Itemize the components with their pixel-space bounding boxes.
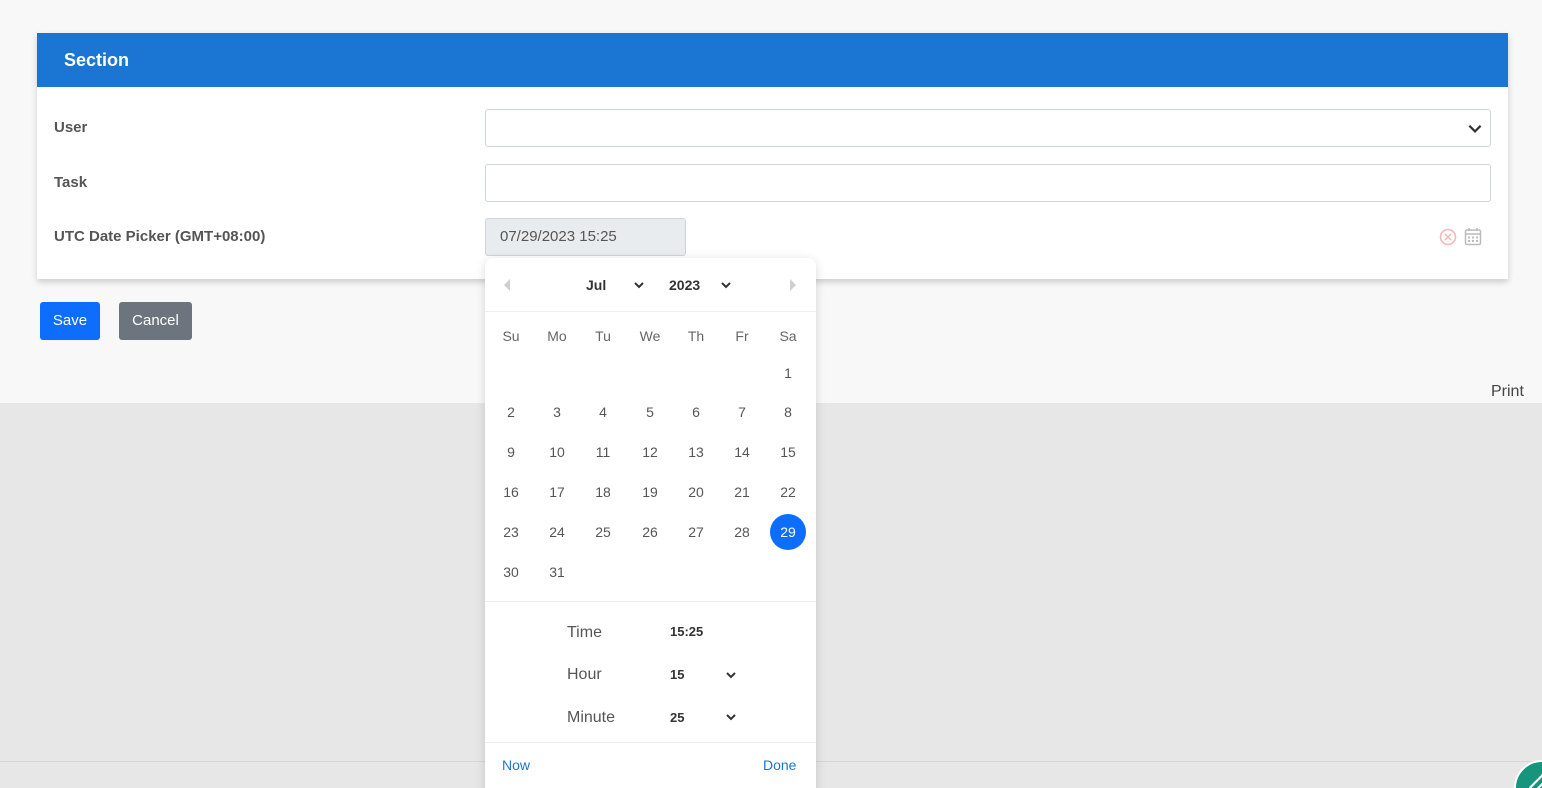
date-input[interactable]: 07/29/2023 15:25 <box>485 218 686 256</box>
weekday-label: We <box>639 328 661 344</box>
calendar-day[interactable]: 2 <box>493 394 529 430</box>
task-input[interactable] <box>485 164 1491 202</box>
calendar-day[interactable]: 4 <box>585 394 621 430</box>
calendar-day[interactable]: 19 <box>632 474 668 510</box>
edit-fab-button[interactable] <box>1514 760 1542 788</box>
weekday-label: Su <box>502 328 520 344</box>
chevron-down-icon <box>634 282 644 289</box>
year-select[interactable]: 2023 <box>669 277 700 293</box>
date-label: UTC Date Picker (GMT+08:00) <box>54 228 266 245</box>
calendar-day[interactable]: 13 <box>678 434 714 470</box>
section-title: Section <box>37 33 1508 87</box>
chevron-down-icon <box>721 282 731 289</box>
user-select[interactable] <box>485 109 1491 147</box>
calendar-day[interactable]: 1 <box>770 355 806 391</box>
calendar-day[interactable]: 30 <box>493 554 529 590</box>
hour-label: Hour <box>567 666 602 683</box>
cancel-button[interactable]: Cancel <box>119 302 192 340</box>
calendar-day[interactable]: 23 <box>493 514 529 550</box>
calendar-day[interactable]: 8 <box>770 394 806 430</box>
time-value: 15:25 <box>670 624 704 639</box>
calendar-day[interactable]: 15 <box>770 434 806 470</box>
calendar-day[interactable]: 24 <box>539 514 575 550</box>
weekday-label: Sa <box>779 328 797 344</box>
calendar-day[interactable]: 26 <box>632 514 668 550</box>
task-row: Task <box>37 164 1508 202</box>
prev-month-icon[interactable] <box>504 279 510 291</box>
calendar-day[interactable]: 25 <box>585 514 621 550</box>
user-label: User <box>54 119 88 136</box>
print-link[interactable]: Print <box>1491 383 1524 401</box>
section-card: Section User Task UTC Date Picker (GMT+0… <box>37 33 1508 279</box>
month-select[interactable]: Jul <box>586 277 606 293</box>
calendar-day[interactable]: 29 <box>770 514 806 550</box>
calendar-day[interactable]: 14 <box>724 434 760 470</box>
calendar-day[interactable]: 27 <box>678 514 714 550</box>
hour-select[interactable]: 15 <box>670 667 684 682</box>
calendar-day[interactable]: 21 <box>724 474 760 510</box>
minute-select[interactable]: 25 <box>670 710 684 725</box>
calendar-day[interactable]: 6 <box>678 394 714 430</box>
calendar-day[interactable]: 7 <box>724 394 760 430</box>
calendar-day[interactable]: 3 <box>539 394 575 430</box>
minute-label: Minute <box>567 709 616 726</box>
date-picker-header: Jul 2023 <box>485 258 816 312</box>
calendar-icon[interactable] <box>1464 227 1482 246</box>
calendar-day[interactable]: 16 <box>493 474 529 510</box>
user-row: User <box>37 109 1508 147</box>
calendar-day[interactable]: 9 <box>493 434 529 470</box>
calendar-day[interactable]: 5 <box>632 394 668 430</box>
done-button[interactable]: Done <box>763 757 796 773</box>
clear-icon[interactable] <box>1439 228 1457 246</box>
calendar-day[interactable]: 31 <box>539 554 575 590</box>
pencil-icon <box>1529 774 1542 788</box>
calendar-day[interactable]: 10 <box>539 434 575 470</box>
calendar-day[interactable]: 11 <box>585 434 621 470</box>
chevron-down-icon <box>726 714 736 721</box>
calendar-day[interactable]: 18 <box>585 474 621 510</box>
calendar-day[interactable]: 28 <box>724 514 760 550</box>
chevron-down-icon <box>1468 124 1482 133</box>
now-button[interactable]: Now <box>502 757 530 773</box>
calendar-day[interactable]: 12 <box>632 434 668 470</box>
calendar-day[interactable]: 20 <box>678 474 714 510</box>
calendar-day[interactable]: 17 <box>539 474 575 510</box>
date-row: UTC Date Picker (GMT+08:00) 07/29/2023 1… <box>37 218 1508 256</box>
divider <box>485 601 816 602</box>
next-month-icon[interactable] <box>790 279 796 291</box>
weekday-label: Mo <box>547 328 567 344</box>
weekday-label: Th <box>687 328 705 344</box>
date-picker-popup: Jul 2023 Su Mo Tu We Th Fr Sa 1 2 3 4 5 6 7 8 9 10 11 12 1… <box>485 258 816 788</box>
weekday-label: Fr <box>735 328 749 344</box>
calendar-day[interactable]: 22 <box>770 474 806 510</box>
time-label: Time <box>567 624 602 641</box>
chevron-down-icon <box>726 672 736 679</box>
task-label: Task <box>54 174 88 191</box>
save-button[interactable]: Save <box>40 302 100 340</box>
divider <box>485 742 816 743</box>
weekday-label: Tu <box>595 328 611 344</box>
